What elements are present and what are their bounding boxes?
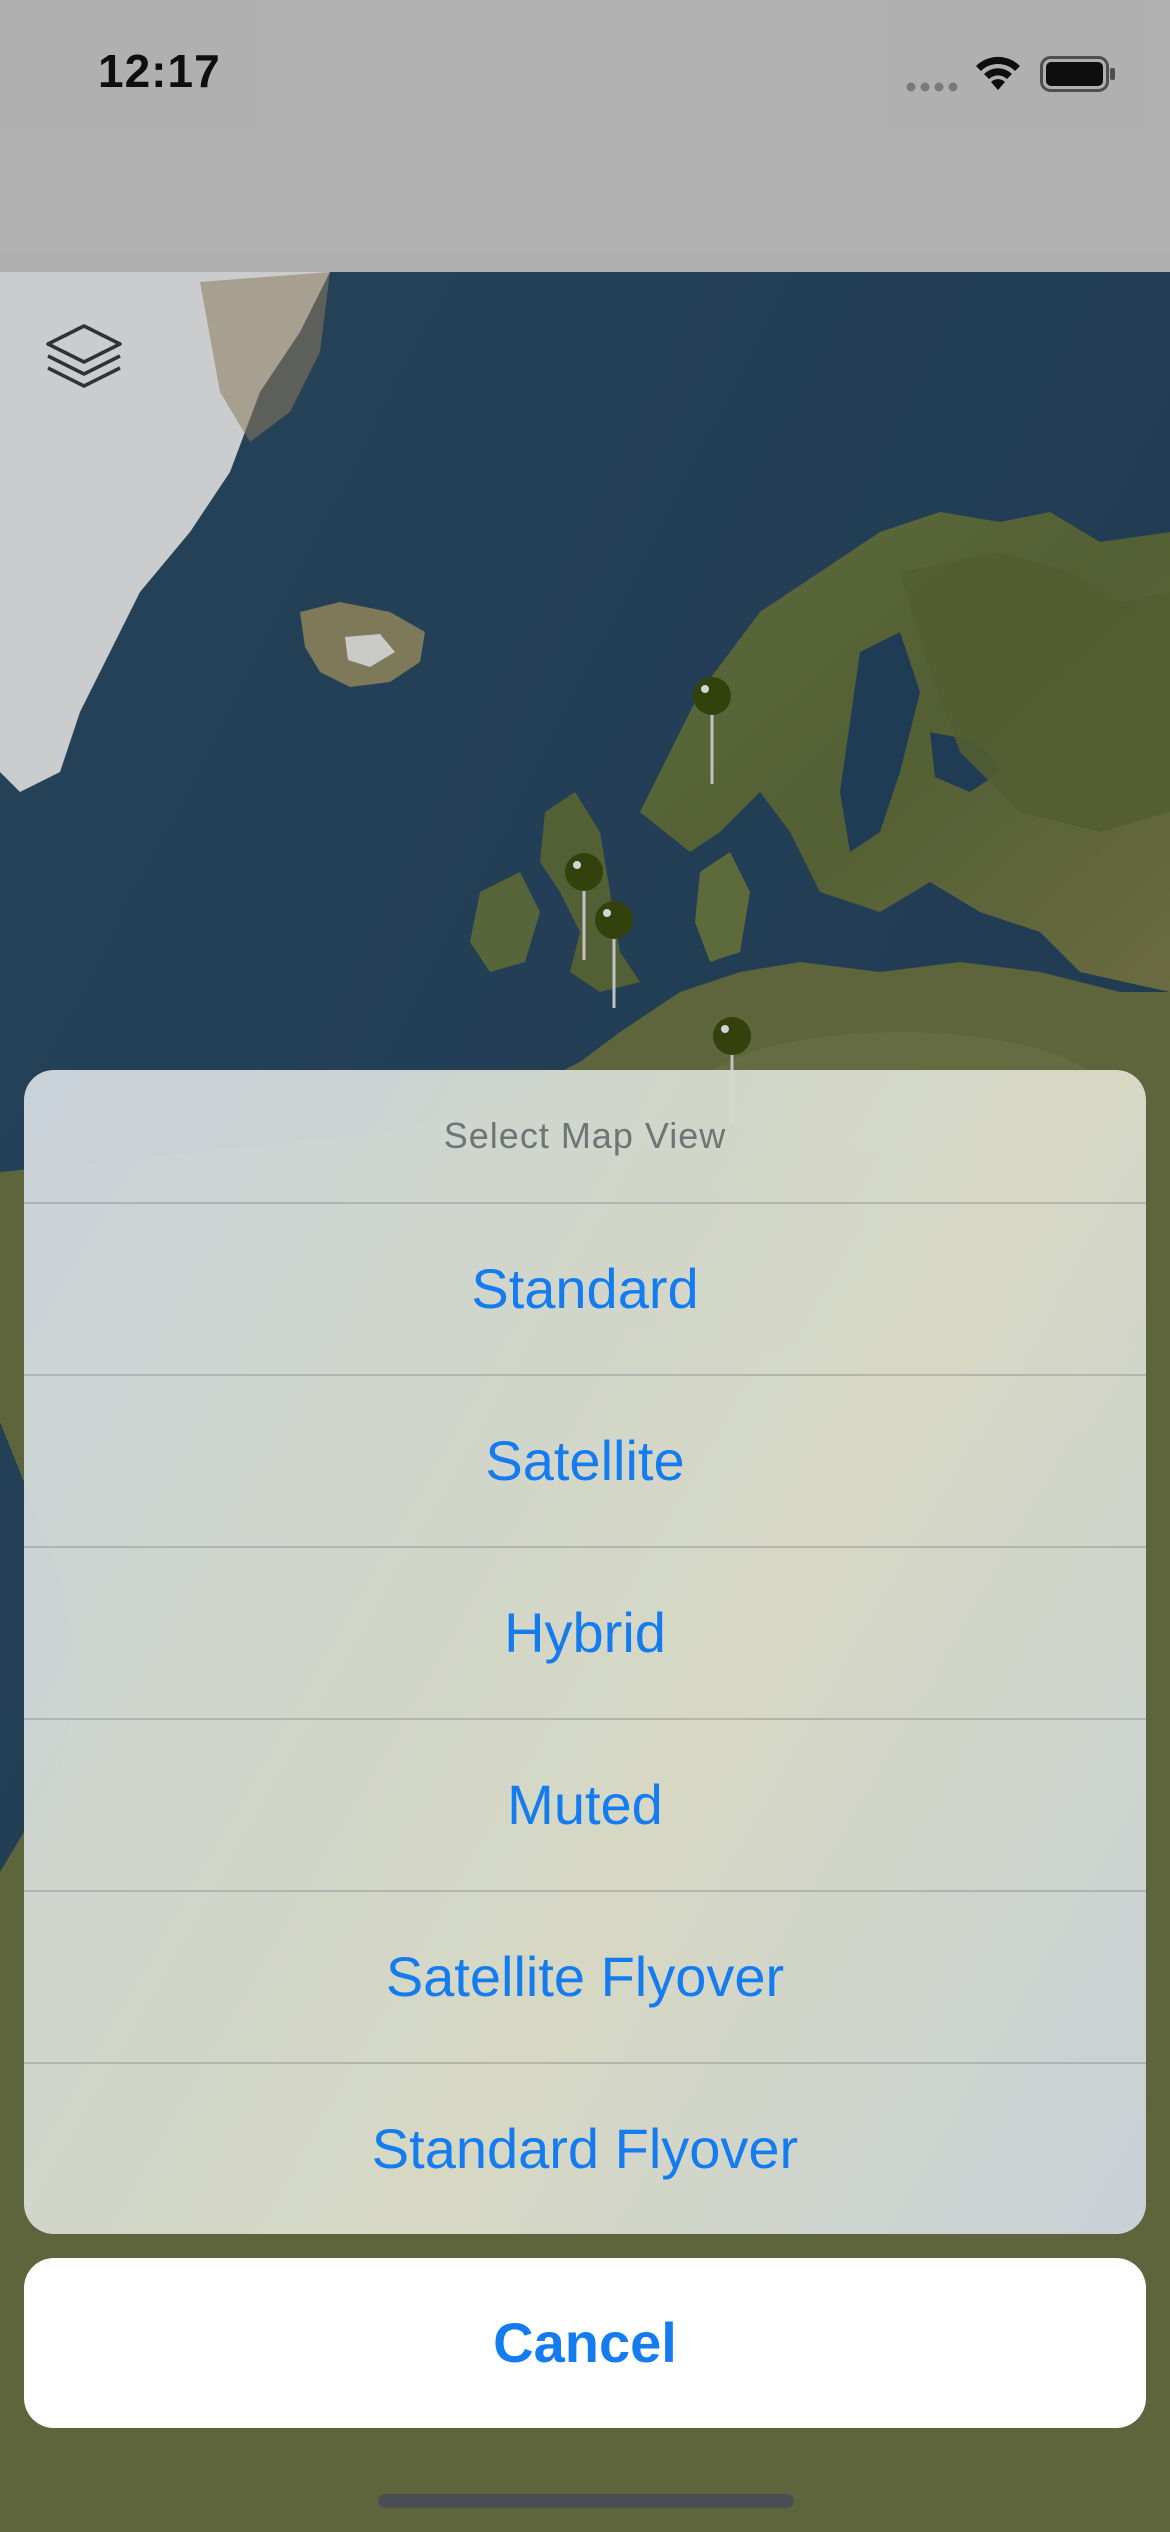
option-satellite-flyover[interactable]: Satellite Flyover [24, 1892, 1146, 2064]
screen: 12:17 Select Map View Standard Satellite… [0, 0, 1170, 2532]
cancel-button[interactable]: Cancel [24, 2258, 1146, 2428]
option-muted[interactable]: Muted [24, 1720, 1146, 1892]
map-view-action-sheet: Select Map View Standard Satellite Hybri… [24, 1070, 1146, 2234]
option-standard[interactable]: Standard [24, 1204, 1146, 1376]
option-satellite[interactable]: Satellite [24, 1376, 1146, 1548]
option-hybrid[interactable]: Hybrid [24, 1548, 1146, 1720]
option-standard-flyover[interactable]: Standard Flyover [24, 2064, 1146, 2234]
home-indicator[interactable] [378, 2494, 794, 2508]
action-sheet-title: Select Map View [24, 1070, 1146, 1204]
